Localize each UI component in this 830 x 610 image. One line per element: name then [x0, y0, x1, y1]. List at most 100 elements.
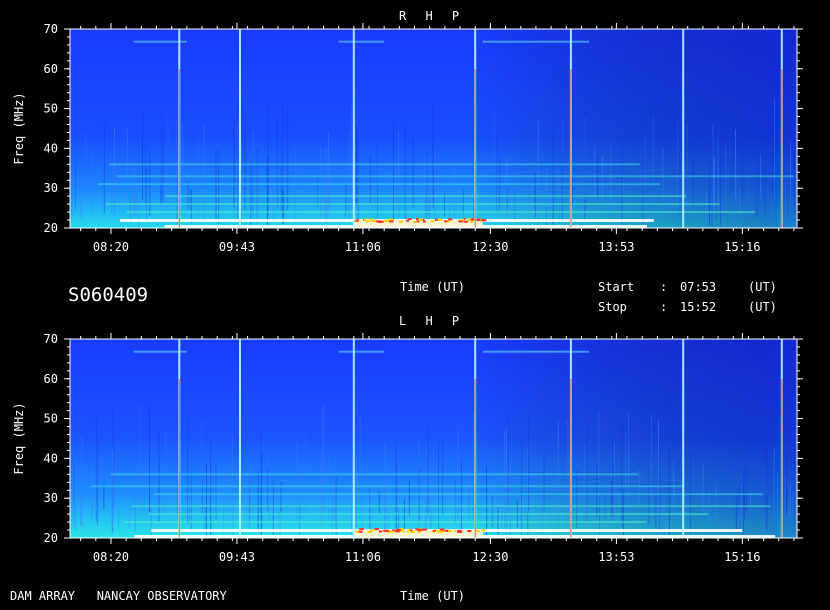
burst-speck: [406, 530, 410, 533]
x-tick-label: 08:20: [93, 550, 129, 564]
burst-speck: [480, 529, 486, 532]
texture-streak: [741, 483, 742, 520]
texture-streak: [91, 150, 92, 215]
upper-feature: [338, 40, 385, 43]
texture-streak: [561, 152, 563, 221]
texture-streak: [705, 192, 707, 228]
texture-streak: [442, 441, 444, 515]
texture-streak: [689, 450, 691, 534]
texture-streak: [652, 115, 654, 205]
burst-speck: [439, 530, 444, 533]
texture-streak: [642, 115, 644, 225]
texture-streak: [507, 413, 509, 512]
x-tick-label: 15:16: [724, 550, 760, 564]
texture-streak: [250, 162, 252, 226]
texture-streak: [249, 478, 251, 517]
texture-streak: [738, 486, 740, 514]
vertical-interference-line: [352, 339, 355, 538]
texture-streak: [320, 145, 322, 218]
burst-speck: [389, 218, 394, 221]
texture-streak: [735, 492, 737, 530]
texture-streak: [134, 167, 136, 216]
texture-streak: [596, 462, 598, 518]
emission-band: [131, 505, 771, 508]
vertical-red-line: [781, 69, 783, 228]
texture-streak: [739, 187, 741, 223]
texture-streak: [537, 120, 539, 226]
texture-streak: [527, 513, 529, 538]
texture-streak: [788, 509, 790, 531]
texture-streak: [356, 456, 357, 529]
texture-streak: [460, 461, 462, 537]
texture-streak: [317, 178, 319, 208]
texture-streak: [73, 463, 75, 529]
texture-streak: [287, 104, 289, 211]
burst-speck: [389, 530, 394, 533]
vertical-interference-line: [682, 339, 685, 538]
burst-speck: [457, 530, 462, 533]
vertical-red-line: [570, 379, 572, 538]
x-tick-label: 11:06: [345, 550, 381, 564]
texture-streak: [71, 170, 73, 219]
texture-streak: [127, 128, 128, 203]
burst-speck: [383, 529, 387, 532]
texture-streak: [486, 466, 488, 538]
texture-streak: [790, 144, 792, 224]
texture-streak: [679, 154, 681, 215]
burst-speck: [448, 530, 452, 533]
texture-streak: [438, 174, 440, 202]
texture-streak: [412, 139, 414, 208]
texture-streak: [668, 446, 670, 537]
x-tick-label: 12:30: [472, 550, 508, 564]
texture-streak: [158, 431, 160, 522]
texture-streak: [225, 463, 227, 518]
texture-streak: [80, 186, 82, 219]
stop-time: 15:52: [680, 300, 717, 314]
burst-speck: [376, 528, 379, 531]
texture-streak: [433, 452, 434, 524]
texture-streak: [97, 441, 99, 527]
burst-speck: [402, 530, 405, 533]
burst-speck: [363, 218, 367, 221]
texture-streak: [327, 131, 329, 211]
texture-streak: [267, 457, 269, 518]
texture-streak: [142, 489, 144, 515]
texture-streak: [162, 116, 164, 203]
texture-streak: [528, 416, 530, 511]
texture-streak: [295, 150, 297, 227]
texture-streak: [149, 405, 150, 513]
y-tick-label: 70: [44, 332, 58, 346]
texture-streak: [617, 499, 618, 532]
texture-streak: [659, 440, 661, 531]
texture-streak: [546, 166, 548, 205]
y-axis-label: Freq (MHz): [12, 92, 26, 164]
texture-streak: [552, 122, 554, 226]
texture-streak: [720, 154, 721, 226]
texture-streak: [145, 144, 147, 206]
texture-streak: [165, 430, 167, 513]
burst-speck: [359, 528, 364, 531]
texture-streak: [357, 127, 359, 223]
texture-streak: [543, 455, 545, 510]
texture-streak: [361, 465, 363, 534]
x-tick-label: 12:30: [472, 240, 508, 254]
stop-label: Stop: [598, 300, 627, 314]
lhp-panel: 20 30 40 50 60 70 Freq (MHz) 08:20 09:43 11:06 12:…: [12, 332, 803, 564]
texture-streak: [197, 138, 199, 220]
texture-streak: [139, 405, 141, 512]
burst-speck: [453, 529, 457, 532]
texture-streak: [189, 189, 191, 210]
texture-streak: [774, 98, 775, 203]
texture-streak: [432, 106, 434, 208]
burst-speck: [444, 220, 448, 223]
burst-speck: [379, 220, 384, 223]
texture-streak: [625, 432, 627, 524]
burst-speck: [423, 220, 426, 223]
stop-colon: :: [660, 300, 668, 314]
texture-streak: [190, 189, 192, 223]
y-tick-label: 60: [44, 372, 58, 386]
burst-speck: [430, 220, 435, 223]
texture-streak: [331, 482, 333, 537]
vertical-red-line: [781, 379, 783, 538]
texture-streak: [393, 116, 394, 223]
